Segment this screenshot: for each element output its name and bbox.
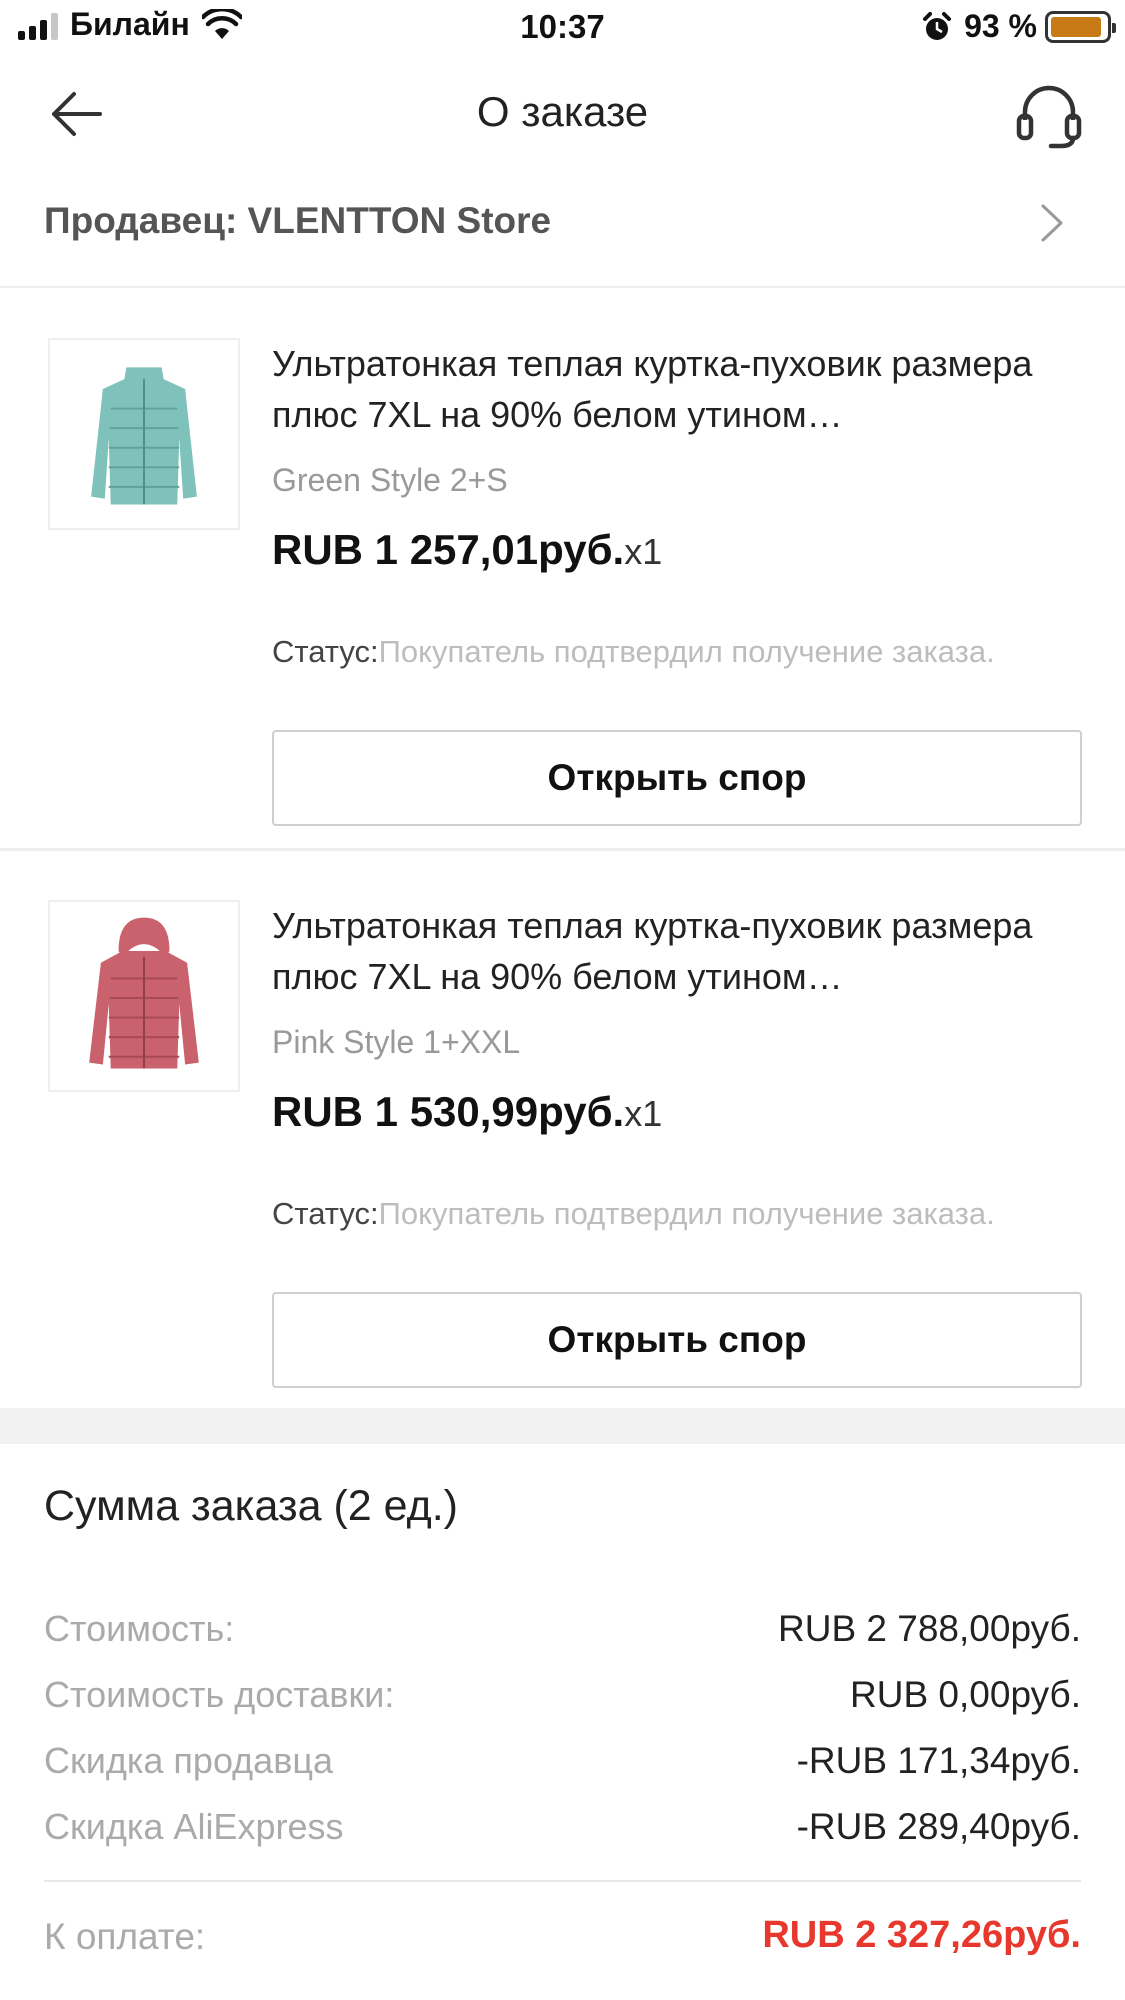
product-price: RUB 1 257,01руб. — [272, 526, 625, 573]
status-value: Покупатель подтвердил получение заказа. — [378, 634, 995, 669]
status-label: Статус: — [272, 634, 379, 669]
jacket-image — [91, 367, 197, 505]
total-amount: RUB 2 327,26руб. — [762, 1914, 1081, 1956]
summary-label: Стоимость доставки: — [44, 1674, 395, 1715]
summary-label: Стоимость: — [44, 1608, 235, 1649]
nav-bar: О заказе — [0, 58, 1125, 172]
product-status: Статус:Покупатель подтвердил получение з… — [272, 1196, 995, 1232]
status-bar: Билайн 10:37 93 % — [0, 0, 1125, 58]
jacket-image — [89, 917, 199, 1069]
summary-row-cost: Стоимость: RUB 2 788,00руб. — [44, 1608, 1081, 1658]
summary-value: RUB 0,00руб. — [850, 1674, 1081, 1715]
battery-level — [1051, 16, 1102, 37]
seller-name: Продавец: VLENTTON Store — [44, 200, 552, 241]
order-item: Ультратонкая теплая куртка-пуховик разме… — [0, 290, 1125, 850]
product-image[interactable] — [48, 900, 240, 1092]
section-divider — [0, 1408, 1125, 1444]
battery-icon — [1045, 10, 1116, 43]
summary-value: -RUB 289,40руб. — [796, 1806, 1081, 1847]
summary-row-shipping: Стоимость доставки: RUB 0,00руб. — [44, 1674, 1081, 1724]
summary-value: -RUB 171,34руб. — [796, 1740, 1081, 1781]
product-variant: Green Style 2+S — [272, 462, 508, 498]
product-title[interactable]: Ультратонкая теплая куртка-пуховик разме… — [272, 900, 1082, 1002]
open-dispute-button[interactable]: Открыть спор — [272, 1292, 1082, 1388]
product-price: RUB 1 530,99руб. — [272, 1088, 625, 1135]
seller-row[interactable]: Продавец: VLENTTON Store — [0, 180, 1125, 288]
summary-row-aliexpress-discount: Скидка AliExpress -RUB 289,40руб. — [44, 1806, 1081, 1856]
product-quantity: x1 — [624, 1093, 663, 1134]
page-title: О заказе — [476, 88, 649, 135]
status-bar-right: 93 % — [922, 8, 1116, 45]
item-divider — [0, 848, 1125, 851]
status-label: Статус: — [272, 1196, 379, 1231]
product-price-line: RUB 1 530,99руб.x1 — [272, 1088, 662, 1136]
headset-support-icon[interactable] — [1013, 80, 1085, 150]
product-variant: Pink Style 1+XXL — [272, 1024, 521, 1060]
product-status: Статус:Покупатель подтвердил получение з… — [272, 634, 995, 670]
summary-value: RUB 2 788,00руб. — [778, 1608, 1081, 1649]
summary-row-seller-discount: Скидка продавца -RUB 171,34руб. — [44, 1740, 1081, 1790]
alarm-icon — [923, 11, 952, 40]
chevron-right-icon — [1041, 204, 1063, 242]
summary-divider — [44, 1880, 1081, 1882]
battery-percent: 93 % — [964, 8, 1037, 44]
status-value: Покупатель подтвердил получение заказа. — [378, 1196, 995, 1231]
product-title[interactable]: Ультратонкая теплая куртка-пуховик разме… — [272, 338, 1082, 440]
total-label: К оплате: — [44, 1916, 206, 1957]
order-item: Ультратонкая теплая куртка-пуховик разме… — [0, 852, 1125, 1408]
summary-label: Скидка продавца — [44, 1740, 333, 1781]
product-quantity: x1 — [624, 531, 663, 572]
product-image[interactable] — [48, 338, 240, 530]
product-price-line: RUB 1 257,01руб.x1 — [272, 526, 662, 574]
order-summary-title: Сумма заказа (2 ед.) — [44, 1482, 458, 1530]
summary-label: Скидка AliExpress — [44, 1806, 344, 1847]
open-dispute-button[interactable]: Открыть спор — [272, 730, 1082, 826]
